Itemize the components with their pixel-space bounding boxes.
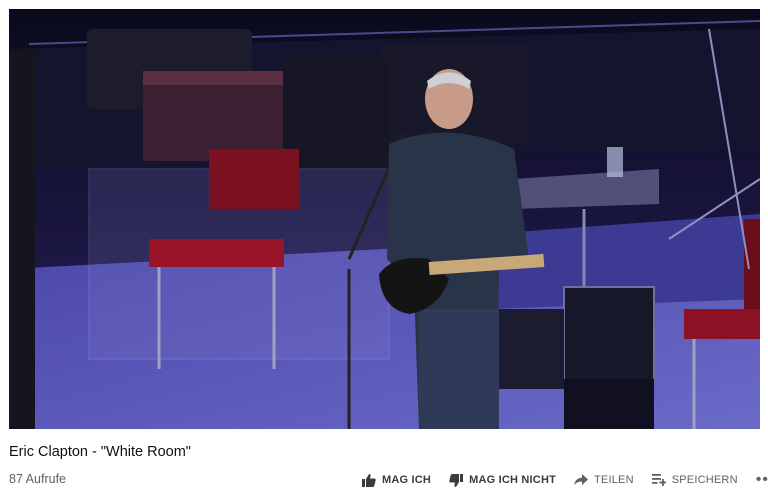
- video-player[interactable]: [9, 9, 760, 429]
- playlist-add-icon: [651, 474, 666, 486]
- dislike-button[interactable]: MAG ICH NICHT: [449, 473, 557, 487]
- save-button[interactable]: SPEICHERN: [651, 474, 738, 486]
- dislike-label: MAG ICH NICHT: [469, 474, 557, 486]
- like-label: MAG ICH: [382, 474, 432, 486]
- more-options-button[interactable]: •••: [756, 472, 768, 488]
- like-button[interactable]: MAG ICH: [362, 473, 432, 487]
- save-label: SPEICHERN: [671, 474, 738, 486]
- video-frame: [9, 9, 760, 429]
- thumbs-up-icon: [362, 473, 376, 487]
- share-arrow-icon: [574, 474, 589, 486]
- thumbs-down-icon: [449, 473, 464, 487]
- share-button[interactable]: TEILEN: [574, 474, 634, 486]
- view-count: 87 Aufrufe: [9, 472, 66, 486]
- video-actions: MAG ICH MAG ICH NICHT TEILEN SPEICHERN •…: [362, 469, 768, 491]
- share-label: TEILEN: [594, 474, 634, 486]
- video-title: Eric Clapton - "White Room": [9, 444, 191, 460]
